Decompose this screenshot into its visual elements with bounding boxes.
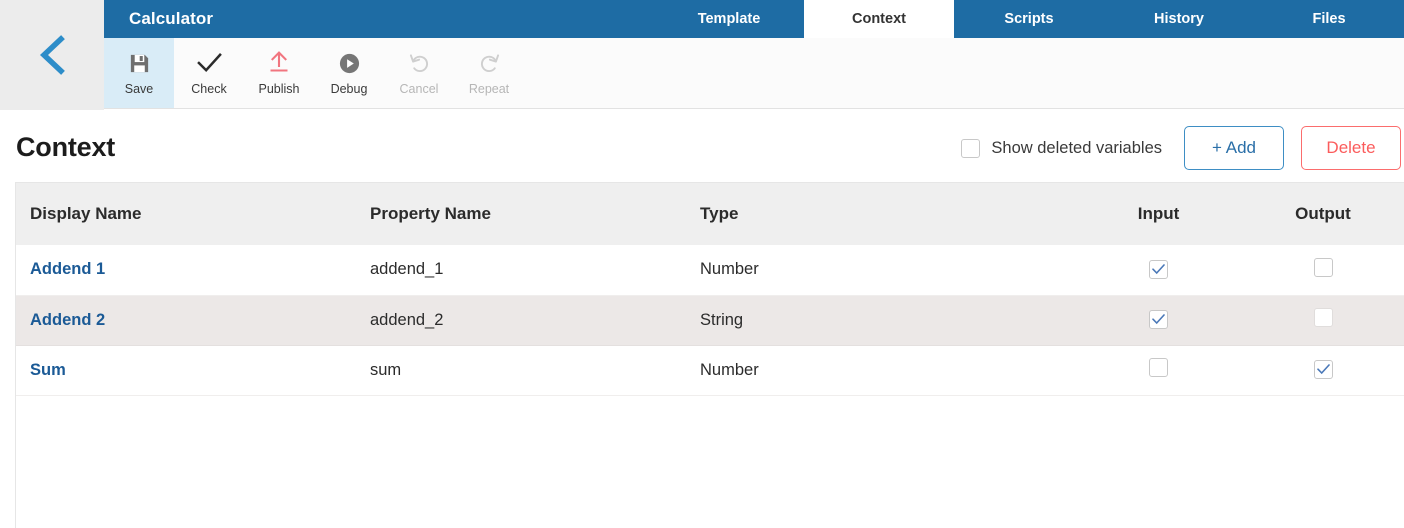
- cell-type: Number: [686, 345, 1076, 396]
- delete-button[interactable]: Delete: [1301, 126, 1401, 170]
- checkmark-icon: [1152, 314, 1165, 325]
- tab-files[interactable]: Files: [1254, 0, 1404, 38]
- variable-name-link[interactable]: Addend 1: [30, 260, 105, 278]
- toolbar-cancel-label: Cancel: [399, 82, 439, 97]
- cell-output: [1241, 345, 1404, 396]
- table-row[interactable]: Addend 1 addend_1 Number: [16, 245, 1404, 296]
- back-button[interactable]: [0, 0, 104, 110]
- checkmark-icon: [1152, 263, 1165, 274]
- table-header: Display Name Property Name Type Input Ou…: [16, 183, 1404, 245]
- toolbar-save-button[interactable]: Save: [104, 38, 174, 108]
- cell-type: String: [686, 295, 1076, 346]
- cell-input: [1076, 245, 1241, 296]
- table-header-row: Display Name Property Name Type Input Ou…: [16, 183, 1404, 245]
- column-header-input: Input: [1137, 204, 1180, 223]
- toolbar-repeat-label: Repeat: [468, 82, 510, 97]
- toolbar-save-label: Save: [124, 82, 154, 97]
- checkmark-icon: [1316, 364, 1330, 375]
- action-toolbar: Save Check Publish Debug Cancel Repeat: [104, 38, 1404, 109]
- cell-type: Number: [686, 245, 1076, 296]
- tab-scripts[interactable]: Scripts: [954, 0, 1104, 38]
- save-icon: [128, 50, 151, 76]
- tab-template[interactable]: Template: [654, 0, 804, 38]
- toolbar-publish-button[interactable]: Publish: [244, 38, 314, 108]
- cell-property-name: addend_2: [356, 295, 686, 346]
- tab-context[interactable]: Context: [804, 0, 954, 38]
- app-header-bar: Calculator Template Context Scripts Hist…: [104, 0, 1404, 38]
- column-header-property-name: Property Name: [370, 204, 491, 223]
- show-deleted-variables-toggle[interactable]: Show deleted variables: [961, 138, 1162, 158]
- app-title: Calculator: [129, 9, 214, 28]
- input-checkbox[interactable]: [1149, 259, 1168, 279]
- cell-input: [1076, 295, 1241, 346]
- cell-output: [1241, 295, 1404, 346]
- page-title: Context: [16, 132, 116, 162]
- cell-display-name: Sum: [16, 345, 356, 396]
- chevron-left-icon: [39, 35, 65, 75]
- page-header: Context Show deleted variables + Add Del…: [0, 110, 1404, 182]
- show-deleted-checkbox[interactable]: [961, 138, 981, 158]
- column-header-display-name: Display Name: [30, 204, 142, 223]
- cell-input: [1076, 345, 1241, 396]
- input-checkbox[interactable]: [1149, 358, 1168, 377]
- cell-display-name: Addend 1: [16, 245, 356, 296]
- header-actions: Show deleted variables + Add Delete: [961, 126, 1401, 170]
- table-row[interactable]: Sum sum Number: [16, 345, 1404, 396]
- output-checkbox[interactable]: [1313, 257, 1333, 277]
- context-variables-table: Display Name Property Name Type Input Ou…: [15, 182, 1404, 528]
- cell-property-name: sum: [356, 345, 686, 396]
- add-button[interactable]: + Add: [1184, 126, 1284, 170]
- toolbar-debug-label: Debug: [330, 82, 368, 97]
- tab-bar: Template Context Scripts History Files: [654, 0, 1404, 38]
- toolbar-check-button[interactable]: Check: [174, 38, 244, 108]
- redo-icon: [478, 50, 501, 76]
- undo-icon: [408, 50, 431, 76]
- toolbar-cancel-button: Cancel: [384, 38, 454, 108]
- toolbar-publish-label: Publish: [258, 82, 300, 97]
- tab-history[interactable]: History: [1104, 0, 1254, 38]
- toolbar-repeat-button: Repeat: [454, 38, 524, 108]
- check-icon: [196, 50, 222, 76]
- column-header-type: Type: [700, 204, 739, 223]
- input-checkbox[interactable]: [1149, 310, 1168, 329]
- variable-name-link[interactable]: Sum: [30, 361, 66, 379]
- column-header-output: Output: [1295, 204, 1351, 223]
- table-body: Addend 1 addend_1 Number Addend 2 addend…: [16, 245, 1404, 396]
- debug-icon: [338, 50, 361, 76]
- toolbar-check-label: Check: [191, 82, 227, 97]
- output-checkbox[interactable]: [1313, 308, 1333, 327]
- application-window: Calculator Template Context Scripts Hist…: [0, 0, 1404, 528]
- cell-display-name: Addend 2: [16, 295, 356, 346]
- cell-output: [1241, 245, 1404, 296]
- show-deleted-label: Show deleted variables: [991, 138, 1162, 157]
- top-strip: Calculator Template Context Scripts Hist…: [0, 0, 1404, 110]
- toolbar-debug-button[interactable]: Debug: [314, 38, 384, 108]
- cell-property-name: addend_1: [356, 245, 686, 296]
- variable-name-link[interactable]: Addend 2: [30, 311, 105, 329]
- table-row[interactable]: Addend 2 addend_2 String: [16, 295, 1404, 346]
- publish-icon: [268, 50, 290, 76]
- output-checkbox[interactable]: [1313, 360, 1333, 379]
